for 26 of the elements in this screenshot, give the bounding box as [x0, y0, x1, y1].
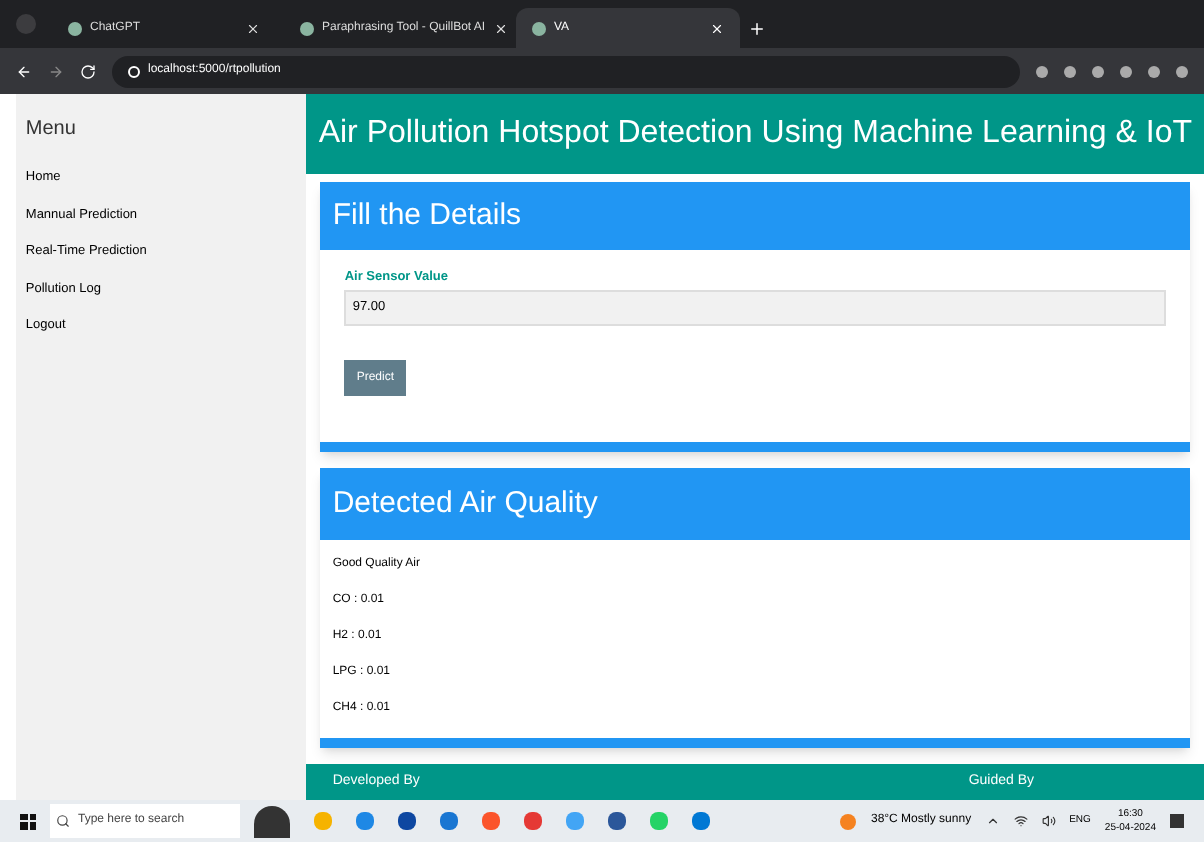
- extension-icon[interactable]: [1064, 65, 1076, 77]
- search-icon: [56, 814, 70, 828]
- favicon-icon: [68, 21, 82, 35]
- extension-icon[interactable]: [1148, 65, 1160, 77]
- page-title: Air Pollution Hotspot Detection Using Machine Learning & IoT: [318, 114, 1192, 154]
- reload-icon[interactable]: [80, 63, 96, 79]
- card-title: Detected Air Quality: [332, 483, 598, 524]
- favicon-icon: [532, 21, 546, 35]
- favicon-icon: [300, 21, 314, 35]
- extension-icon[interactable]: [1120, 65, 1132, 77]
- extension-icon[interactable]: [1092, 65, 1104, 77]
- wifi-icon[interactable]: [1013, 814, 1028, 828]
- windows-icon[interactable]: [20, 813, 36, 829]
- close-icon[interactable]: [493, 21, 508, 35]
- weather-icon: [840, 813, 857, 829]
- extension-icon[interactable]: [1036, 65, 1048, 77]
- back-icon[interactable]: [16, 63, 32, 79]
- sidebar-title: Menu: [25, 116, 78, 144]
- chevron-up-icon[interactable]: [985, 814, 1000, 828]
- volume-icon[interactable]: [1041, 814, 1056, 828]
- site-info-icon: [128, 65, 140, 77]
- extension-icon[interactable]: [1176, 65, 1188, 77]
- close-icon[interactable]: [246, 21, 260, 35]
- forward-icon[interactable]: [48, 63, 64, 79]
- card-title: Fill the Details: [332, 195, 522, 236]
- new-tab-icon[interactable]: [748, 20, 766, 38]
